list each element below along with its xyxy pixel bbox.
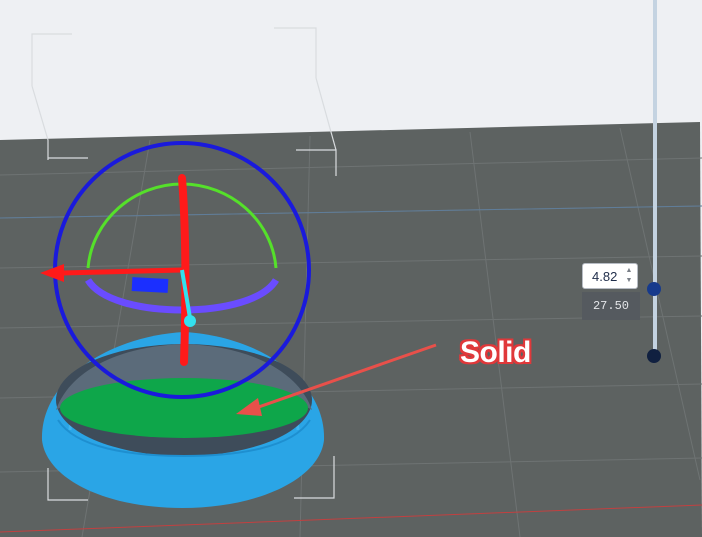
solid-top-face [60,378,308,438]
annotation-label: Solid [460,336,531,369]
plane-move-handle[interactable] [131,277,169,293]
layer-value-spinbox[interactable]: 4.82 ▲ ▼ [582,263,638,289]
chevron-down-icon[interactable]: ▼ [624,276,634,286]
x-axis-handle[interactable] [61,267,183,276]
layer-value-input[interactable]: 4.82 [592,269,617,284]
chevron-up-icon[interactable]: ▲ [624,266,634,276]
layer-height-readout: 27.50 [582,292,640,320]
z-axis-knob[interactable] [184,315,196,327]
layer-slider-panel: 4.82 ▲ ▼ 27.50 [582,0,692,537]
